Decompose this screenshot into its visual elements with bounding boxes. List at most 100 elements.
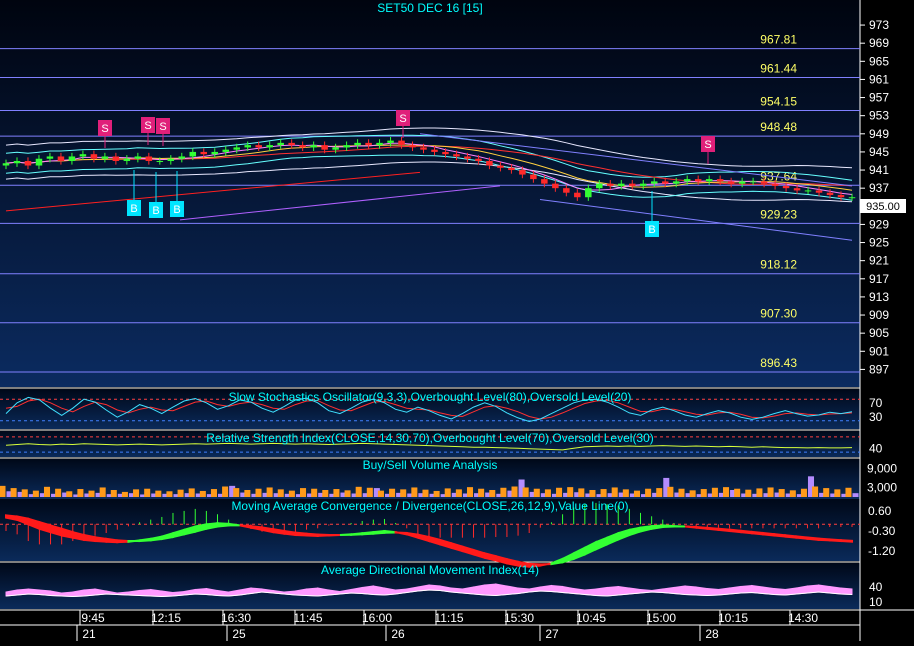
volume-buy-bar <box>845 488 851 497</box>
volume-buy-bar <box>267 487 273 497</box>
candle-body <box>475 159 482 161</box>
x-time-label: 15:30 <box>504 611 534 625</box>
fib-level-label: 954.15 <box>760 94 797 108</box>
candle-body <box>783 186 790 188</box>
x-date-label: 26 <box>391 627 405 641</box>
candle-body <box>761 181 768 183</box>
adx-fill-segment <box>607 587 618 597</box>
macd-fill-segment <box>785 535 796 537</box>
y-tick-label: 957 <box>869 91 889 105</box>
candle-body <box>607 184 614 186</box>
volume-buy-bar <box>801 489 807 497</box>
adx-fill-segment <box>841 588 852 595</box>
candle-body <box>288 143 295 145</box>
candle-body <box>168 159 175 161</box>
volume-buy-bar <box>233 488 239 497</box>
macd-fill-segment <box>373 531 384 534</box>
candle-body <box>201 152 208 154</box>
adx-fill-segment <box>485 584 496 596</box>
buy-signal-label: B <box>130 203 137 215</box>
candle-body <box>838 195 845 197</box>
sell-signal-label: S <box>399 113 406 125</box>
volume-buy-bar <box>601 489 607 497</box>
x-time-label: 11:15 <box>434 611 463 625</box>
volume-buy-bar <box>445 488 451 497</box>
candle-body <box>629 184 636 186</box>
candle-body <box>497 166 504 168</box>
stoch-tick-label: 30 <box>869 410 883 424</box>
sell-signal-label: S <box>159 121 166 133</box>
y-tick-label: 937 <box>869 181 889 195</box>
adx-fill-segment <box>140 590 151 597</box>
adx-fill-segment <box>496 584 507 596</box>
candle-body <box>113 156 120 161</box>
macd-fill-segment <box>362 532 373 534</box>
adx-fill-segment <box>307 588 318 596</box>
candle-body <box>266 145 273 147</box>
candle-body <box>36 159 43 166</box>
volume-buy-bar <box>723 487 729 497</box>
volume-buy-bar <box>389 489 395 497</box>
volume-buy-bar <box>500 488 506 497</box>
volume-buy-bar <box>734 489 740 497</box>
x-time-label: 16:00 <box>362 611 392 625</box>
sell-signal-label: S <box>704 139 711 151</box>
adx-fill-segment <box>707 589 718 596</box>
candle-body <box>805 190 812 191</box>
macd-fill-segment <box>218 523 229 526</box>
volume-buy-bar <box>66 491 72 497</box>
volume-buy-bar <box>645 489 651 497</box>
candle-body <box>58 156 65 161</box>
fib-level-label: 929.23 <box>760 207 797 221</box>
adx-fill-segment <box>741 586 752 594</box>
volume-buy-bar <box>779 489 785 497</box>
sell-signal-label: S <box>144 120 151 132</box>
candle-body <box>684 179 691 181</box>
volume-buy-bar <box>478 489 484 497</box>
macd-fill-segment <box>718 529 729 531</box>
volume-buy-bar <box>667 487 673 497</box>
volume-buy-bar <box>434 491 440 497</box>
volume-buy-bar <box>567 487 573 497</box>
y-tick-label: 973 <box>869 18 889 32</box>
macd-fill-segment <box>807 537 818 539</box>
candle-body <box>530 175 537 180</box>
candle-body <box>376 143 383 145</box>
candle-body <box>211 152 218 154</box>
macd-fill-segment <box>351 533 362 535</box>
volume-buy-bar <box>300 488 306 497</box>
volume-buy-bar <box>623 489 629 497</box>
price-chart-svg[interactable]: 967.81961.44954.15948.48937.64929.23918.… <box>0 0 914 641</box>
macd-tick-label: -1.20 <box>868 544 896 558</box>
macd-fill-segment <box>284 531 295 535</box>
candle-body <box>827 193 834 195</box>
x-time-label: 11:45 <box>293 611 322 625</box>
macd-fill-segment <box>841 540 852 542</box>
macd-fill-segment <box>128 540 139 541</box>
y-tick-label: 921 <box>869 254 889 268</box>
candle-body <box>442 152 449 154</box>
x-time-label: 9:45 <box>81 611 105 625</box>
macd-fill-segment <box>106 539 117 542</box>
candle-body <box>343 145 350 147</box>
candle-body <box>574 193 581 198</box>
volume-buy-bar <box>11 488 17 497</box>
volume-buy-bar <box>155 491 161 497</box>
chart-title: SET50 DEC 16 [15] <box>377 1 482 15</box>
candle-body <box>124 159 131 161</box>
candle-body <box>552 184 559 189</box>
x-date-label: 27 <box>545 627 559 641</box>
volume-buy-bar <box>211 489 217 497</box>
candle-body <box>453 154 460 156</box>
volume-buy-bar <box>768 487 774 497</box>
y-tick-label: 897 <box>869 362 889 376</box>
y-tick-label: 965 <box>869 54 889 68</box>
macd-fill-segment <box>273 529 284 533</box>
volume-buy-bar <box>222 487 228 498</box>
fib-level-label: 918.12 <box>760 258 797 272</box>
volume-buy-bar <box>55 489 61 497</box>
volume-buy-bar <box>790 490 796 497</box>
macd-fill-segment <box>663 525 674 527</box>
macd-fill-segment <box>819 539 830 541</box>
candle-body <box>640 184 647 186</box>
